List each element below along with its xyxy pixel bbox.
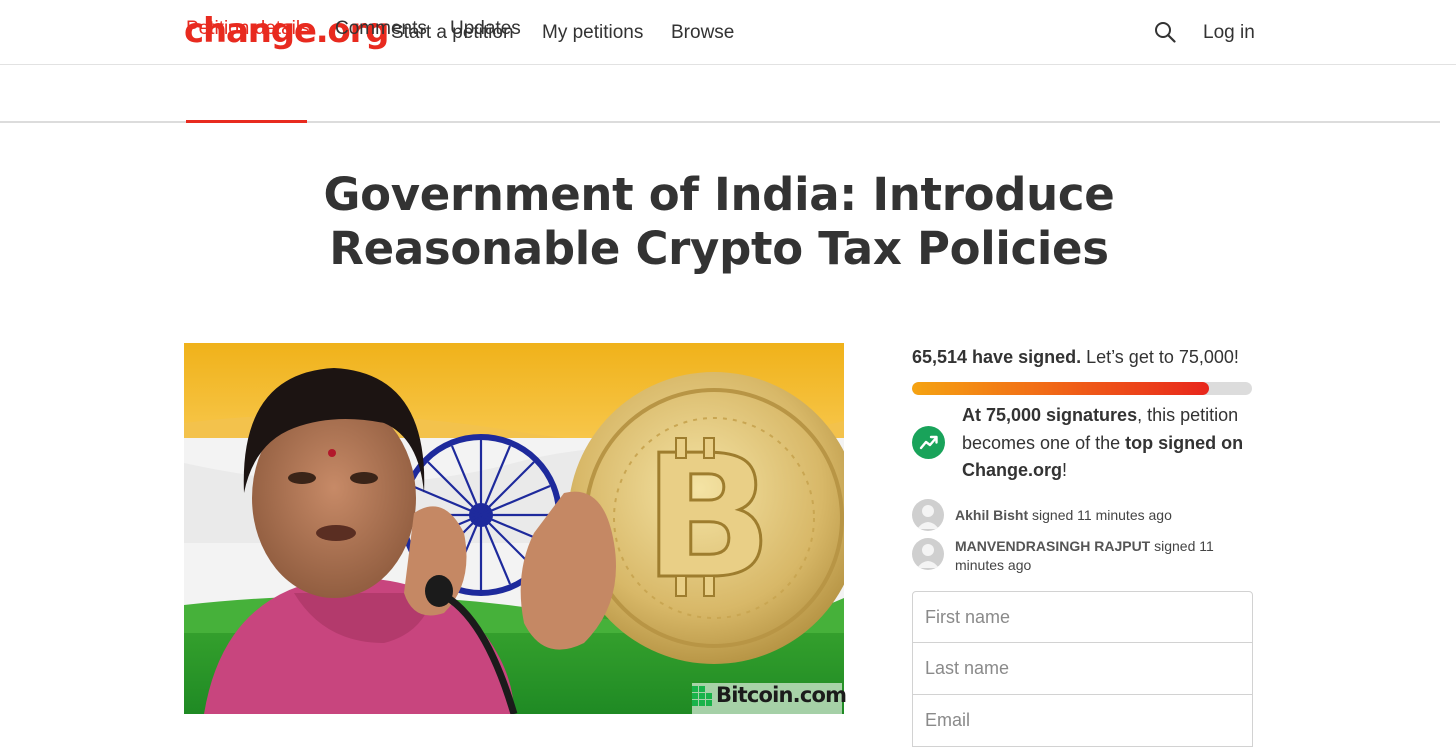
milestone-message: At 75,000 signatures, this petition beco… xyxy=(962,402,1257,485)
milestone-bold-1: At 75,000 signatures xyxy=(962,405,1138,425)
petition-image: B xyxy=(184,343,844,714)
email-field[interactable] xyxy=(912,695,1253,747)
signature-goal-text: Let’s get to 75,000! xyxy=(1086,347,1239,367)
signer-name: MANVENDRASINGH RAJPUT xyxy=(955,538,1151,554)
signature-progress-bar xyxy=(912,382,1252,395)
tab-comments[interactable]: Comments xyxy=(335,17,427,41)
trending-up-icon xyxy=(919,435,938,450)
search-icon[interactable] xyxy=(1154,21,1176,43)
recent-signer: Akhil Bisht signed 11 minutes ago xyxy=(955,506,1253,525)
tab-petition-details[interactable]: Petition details xyxy=(186,17,310,41)
login-link[interactable]: Log in xyxy=(1203,21,1255,45)
bitcoin-com-logo-mark xyxy=(692,686,712,706)
milestone-text-2: ! xyxy=(1062,460,1068,480)
active-tab-indicator xyxy=(186,120,307,123)
nav-my-petitions[interactable]: My petitions xyxy=(542,21,643,45)
signer-name: Akhil Bisht xyxy=(955,507,1029,523)
petition-title: Government of India: Introduce Reasonabl… xyxy=(323,168,1115,275)
recent-signer: MANVENDRASINGH RAJPUT signed 11 minutes … xyxy=(955,537,1230,575)
petition-tabs xyxy=(0,65,1440,123)
signature-count: 65,514 have signed. Let’s get to 75,000! xyxy=(912,345,1239,369)
tab-updates[interactable]: Updates xyxy=(450,17,521,41)
last-name-field[interactable] xyxy=(912,643,1253,695)
default-user-icon xyxy=(917,544,939,568)
image-watermark: Bitcoin.com xyxy=(716,683,847,707)
default-user-icon xyxy=(917,505,939,529)
milestone-badge xyxy=(912,426,945,459)
signature-progress-fill xyxy=(912,382,1209,395)
avatar xyxy=(912,499,944,531)
signed-count-text: 65,514 have signed. xyxy=(912,347,1082,367)
nav-browse[interactable]: Browse xyxy=(671,21,734,45)
signer-time: signed 11 minutes ago xyxy=(1032,507,1172,523)
avatar xyxy=(912,538,944,570)
first-name-field[interactable] xyxy=(912,591,1253,643)
